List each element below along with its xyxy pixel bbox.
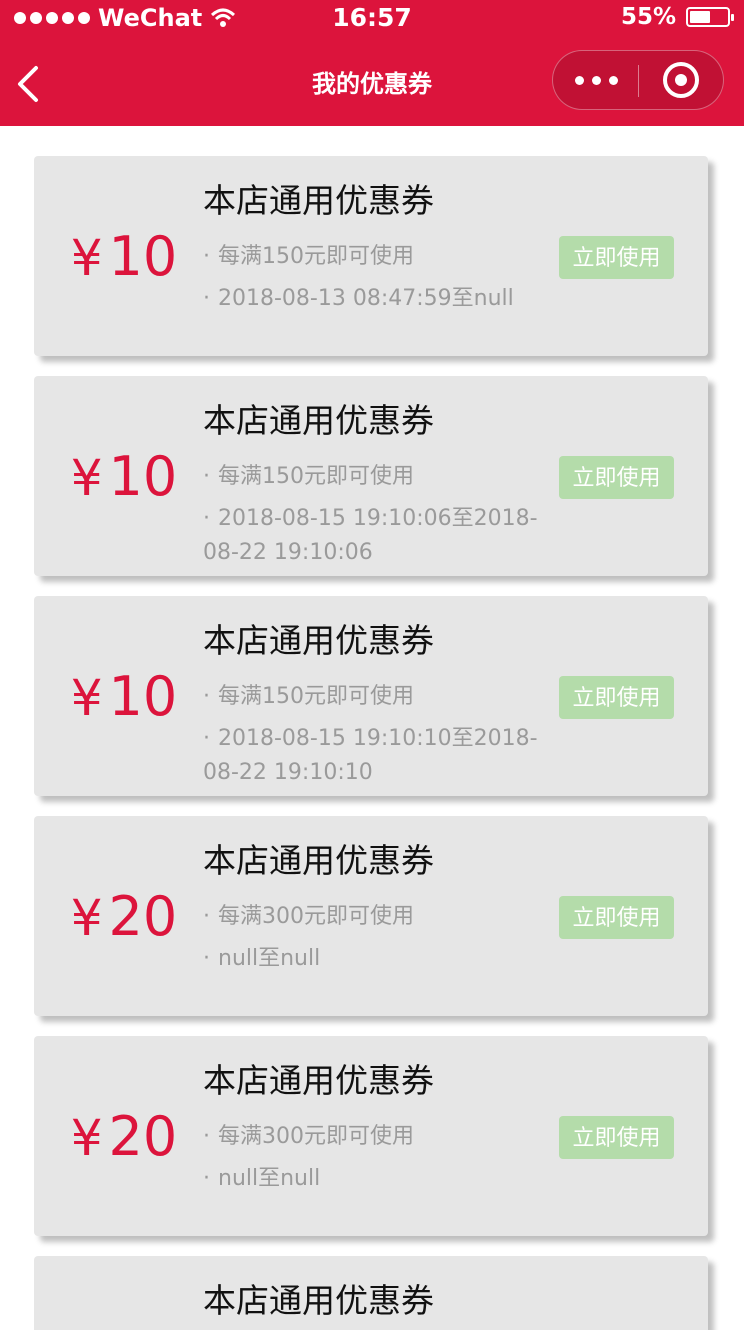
coupon-title: 本店通用优惠券 [203, 401, 434, 440]
currency-symbol: ¥ [70, 889, 103, 947]
amount-value: 10 [108, 445, 178, 508]
condition-text: 每满150元即可使用 [218, 464, 414, 489]
target-circle-icon [663, 62, 699, 98]
more-dots-icon [592, 76, 601, 85]
coupon-title: 本店通用优惠券 [203, 621, 434, 660]
coupon-validity: · 2018-08-13 08:47:59至null [203, 282, 543, 316]
condition-text: 每满150元即可使用 [218, 244, 414, 269]
coupon-title: 本店通用优惠券 [203, 841, 434, 880]
bullet-icon: · [203, 946, 210, 971]
validity-text: null至null [218, 1166, 321, 1191]
currency-symbol: ¥ [70, 229, 103, 287]
coupon-card: 本店通用优惠券 [34, 1256, 708, 1330]
amount-value: 20 [108, 885, 178, 948]
coupon-title: 本店通用优惠券 [203, 1061, 434, 1100]
bullet-icon: · [203, 244, 210, 269]
battery-icon [686, 7, 734, 27]
battery-status: 55% [620, 4, 734, 30]
coupon-condition: · 每满300元即可使用 [203, 1118, 414, 1150]
bullet-icon: · [203, 726, 210, 751]
condition-text: 每满300元即可使用 [218, 1124, 414, 1149]
coupon-validity: · null至null [203, 1162, 543, 1196]
battery-percent: 55% [620, 4, 676, 30]
bullet-icon: · [203, 904, 210, 929]
currency-symbol: ¥ [70, 669, 103, 727]
coupon-validity: · 2018-08-15 19:10:10至2018-08-22 19:10:10 [203, 722, 543, 790]
coupon-amount: ¥20 [34, 882, 214, 953]
coupon-title: 本店通用优惠券 [203, 181, 434, 220]
coupon-title: 本店通用优惠券 [203, 1281, 434, 1320]
coupon-card: ¥20 本店通用优惠券 · 每满300元即可使用 · null至null 立即使用 [34, 1036, 708, 1236]
coupon-card: ¥10 本店通用优惠券 · 每满150元即可使用 · 2018-08-15 19:1… [34, 376, 708, 576]
validity-text: 2018-08-15 19:10:06至2018-08-22 19:10:06 [203, 506, 538, 565]
use-now-button[interactable]: 立即使用 [559, 1116, 674, 1159]
bullet-icon: · [203, 1124, 210, 1149]
use-now-button[interactable]: 立即使用 [559, 236, 674, 279]
coupon-amount: ¥20 [34, 1102, 214, 1173]
coupon-card: ¥10 本店通用优惠券 · 每满150元即可使用 · 2018-08-15 19:1… [34, 596, 708, 796]
mini-program-capsule [552, 50, 724, 110]
coupon-card: ¥10 本店通用优惠券 · 每满150元即可使用 · 2018-08-13 08:4… [34, 156, 708, 356]
coupon-condition: · 每满150元即可使用 [203, 458, 414, 490]
amount-value: 10 [108, 225, 178, 288]
coupon-card: ¥20 本店通用优惠券 · 每满300元即可使用 · null至null 立即使用 [34, 816, 708, 1016]
status-bar: WeChat 16:57 55% [0, 0, 744, 40]
validity-text: null至null [218, 946, 321, 971]
more-dots-icon [575, 76, 584, 85]
nav-bar: 我的优惠券 [0, 40, 744, 126]
condition-text: 每满300元即可使用 [218, 904, 414, 929]
coupon-condition: · 每满150元即可使用 [203, 678, 414, 710]
coupon-condition: · 每满300元即可使用 [203, 898, 414, 930]
bullet-icon: · [203, 506, 210, 531]
bullet-icon: · [203, 464, 210, 489]
use-now-button[interactable]: 立即使用 [559, 456, 674, 499]
coupon-condition: · 每满150元即可使用 [203, 238, 414, 270]
currency-symbol: ¥ [70, 449, 103, 507]
bullet-icon: · [203, 684, 210, 709]
condition-text: 每满150元即可使用 [218, 684, 414, 709]
coupon-validity: · null至null [203, 942, 543, 976]
coupon-amount: ¥10 [34, 662, 214, 733]
validity-text: 2018-08-13 08:47:59至null [218, 286, 514, 311]
more-dots-icon [609, 76, 618, 85]
bullet-icon: · [203, 1166, 210, 1191]
coupon-amount: ¥10 [34, 222, 214, 293]
use-now-button[interactable]: 立即使用 [559, 896, 674, 939]
coupon-amount: ¥10 [34, 442, 214, 513]
bullet-icon: · [203, 286, 210, 311]
amount-value: 10 [108, 665, 178, 728]
coupon-validity: · 2018-08-15 19:10:06至2018-08-22 19:10:06 [203, 502, 543, 570]
use-now-button[interactable]: 立即使用 [559, 676, 674, 719]
amount-value: 20 [108, 1105, 178, 1168]
more-menu-button[interactable] [553, 51, 639, 109]
close-miniprogram-button[interactable] [639, 51, 725, 109]
validity-text: 2018-08-15 19:10:10至2018-08-22 19:10:10 [203, 726, 538, 785]
currency-symbol: ¥ [70, 1109, 103, 1167]
